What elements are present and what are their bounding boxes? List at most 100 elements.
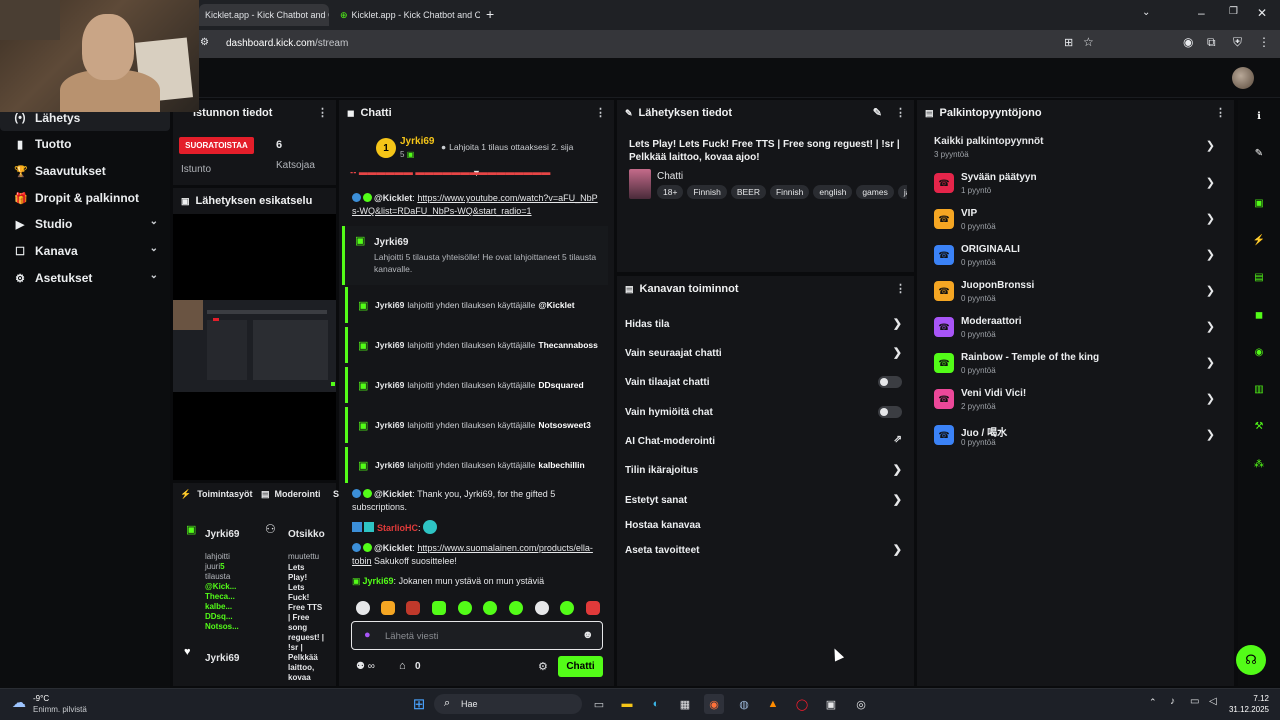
profile-icon[interactable]: ◉	[1183, 35, 1193, 49]
points-icon[interactable]: ⚉ ∞	[356, 661, 375, 672]
document-icon[interactable]: ▤	[1248, 266, 1270, 288]
chat-username[interactable]: @Kicklet	[374, 543, 412, 553]
support-button[interactable]: ☊	[1236, 645, 1266, 675]
kebab-menu-icon[interactable]: ⋮	[595, 106, 606, 119]
gift-user[interactable]: Jyrki69	[375, 460, 404, 470]
edit-icon[interactable]: ✎	[873, 106, 882, 119]
task-view-icon[interactable]: ▭	[589, 694, 609, 714]
store-icon[interactable]: ▦	[675, 694, 695, 714]
close-window-icon[interactable]: ✕	[1257, 6, 1267, 20]
stream-icon[interactable]: ▣	[1248, 192, 1270, 214]
tab-moderation[interactable]: ▤ Moderointi	[261, 489, 321, 500]
sidebar-item-kanava[interactable]: ☐ Kanava ⌄	[0, 238, 170, 264]
shield-icon[interactable]: ⛨	[1233, 35, 1242, 50]
maximize-icon[interactable]: ❐	[1229, 6, 1238, 17]
reward-row[interactable]: ☎ Syvään päätyyn 1 pyyntö ❯	[934, 168, 1219, 204]
emote-icon[interactable]	[483, 601, 497, 615]
action-slow-mode[interactable]: Hidas tila ❯	[625, 310, 910, 338]
sidebar-item-tuotto[interactable]: ▮ Tuotto	[0, 131, 170, 157]
new-tab-button[interactable]: +	[486, 6, 494, 22]
vlc-icon[interactable]: ▲	[763, 694, 783, 714]
subscribers-only-toggle[interactable]	[878, 376, 902, 388]
emote-icon[interactable]	[509, 601, 523, 615]
taskbar-search[interactable]: ⌕ Hae	[434, 694, 582, 714]
tag-chip[interactable]: 18+	[657, 185, 684, 199]
emote-icon[interactable]	[432, 601, 446, 615]
chat-icon[interactable]: ◼	[1248, 304, 1270, 326]
bookmark-star-icon[interactable]: ☆	[1083, 35, 1094, 49]
gift-user[interactable]: Jyrki69	[375, 300, 404, 310]
layout-icon[interactable]: ▥	[1248, 378, 1270, 400]
obs-icon[interactable]: ◎	[851, 694, 871, 714]
opera-icon[interactable]: ◯	[792, 694, 812, 714]
tab-activity[interactable]: ⚡ Toimintasyöt	[180, 489, 253, 500]
sidebar-item-asetukset[interactable]: ⚙ Asetukset ⌄	[0, 265, 170, 291]
category-name[interactable]: Chatti	[657, 171, 683, 182]
reward-row[interactable]: ☎ ORIGINAALI 0 pyyntöä ❯	[934, 240, 1219, 276]
chat-username[interactable]: StarlioHC	[377, 523, 418, 533]
emote-icon[interactable]	[458, 601, 472, 615]
chat-input[interactable]: ● Lähetä viesti ☻	[351, 621, 603, 650]
emote-icon[interactable]	[535, 601, 549, 615]
reward-row[interactable]: ☎ Rainbow - Temple of the king 0 pyyntöä ❯	[934, 348, 1219, 384]
tag-chip[interactable]: Finnish	[769, 185, 810, 199]
kebab-menu-icon[interactable]: ⋮	[895, 282, 906, 295]
browser-tab-1[interactable]: Kicklet.app - Kick Chatbot and C ✕	[199, 4, 329, 26]
chat-username[interactable]: Jyrki69	[363, 576, 394, 586]
clock-date[interactable]: 31.12.2025	[1227, 705, 1269, 714]
tab-list-chevron-icon[interactable]: ⌄	[1142, 7, 1150, 18]
tag-chip[interactable]: english	[813, 185, 853, 199]
gift-target[interactable]: Thecannaboss	[538, 340, 598, 350]
sidebar-item-studio[interactable]: ▶ Studio ⌄	[0, 211, 170, 237]
microphone-icon[interactable]: ●	[364, 629, 371, 641]
gift-user[interactable]: Jyrki69	[375, 420, 404, 430]
emote-icon[interactable]	[381, 601, 395, 615]
url-field[interactable]: dashboard.kick.com/stream	[226, 38, 348, 49]
mic-tray-icon[interactable]: ♪	[1170, 696, 1175, 707]
browser-menu-icon[interactable]: ⋮	[1258, 35, 1270, 49]
gift-target[interactable]: @Kicklet	[538, 300, 574, 310]
info-icon[interactable]: ℹ	[1248, 105, 1270, 127]
action-ai-moderation[interactable]: AI Chat-moderointi ⇗	[625, 427, 910, 455]
volume-tray-icon[interactable]: ◁	[1209, 696, 1217, 707]
lightning-icon[interactable]: ⚡	[1248, 229, 1270, 251]
kebab-menu-icon[interactable]: ⋮	[1215, 106, 1226, 119]
emote-icon[interactable]	[586, 601, 600, 615]
tag-chip[interactable]: ja	[897, 185, 907, 199]
tag-chip[interactable]: games	[856, 185, 894, 199]
chat-username[interactable]: @Kicklet	[374, 193, 412, 203]
edge-icon[interactable]: ◐	[646, 694, 666, 714]
broadcast-icon[interactable]: ◉	[1248, 341, 1270, 363]
sidebar-item-saavutukset[interactable]: 🏆 Saavutukset	[0, 158, 170, 184]
action-host-channel[interactable]: Hostaa kanavaa	[625, 511, 910, 539]
reward-row[interactable]: ☎ Juo / 喝水 0 pyyntöä ❯	[934, 420, 1219, 456]
kebab-menu-icon[interactable]: ⋮	[895, 106, 906, 119]
site-settings-icon[interactable]: ⚙	[200, 37, 209, 48]
steam-icon[interactable]: ◍	[734, 694, 754, 714]
emoji-picker-icon[interactable]: ☻	[582, 629, 594, 641]
emote-icon[interactable]	[560, 601, 574, 615]
gift-sub-icon[interactable]: ⌂	[399, 660, 406, 672]
reward-row[interactable]: ☎ JuoponBronssi 0 pyyntöä ❯	[934, 276, 1219, 312]
gift-target[interactable]: Notsosweet3	[538, 420, 590, 430]
file-explorer-icon[interactable]: ▬	[617, 694, 637, 714]
gift-user[interactable]: Jyrki69	[375, 340, 404, 350]
tray-chevron-icon[interactable]: ⌃	[1149, 697, 1157, 708]
gift-target[interactable]: DDsquared	[538, 380, 583, 390]
send-chat-button[interactable]: Chatti	[558, 656, 603, 677]
reward-row[interactable]: ☎ VIP 0 pyyntöä ❯	[934, 204, 1219, 240]
all-rewards-row[interactable]: Kaikki palkintopyynnöt 3 pyyntöä ❯	[934, 136, 1219, 164]
avatar[interactable]	[1232, 67, 1254, 89]
action-set-goals[interactable]: Aseta tavoitteet ❯	[625, 536, 910, 564]
pencil-icon[interactable]: ✎	[1248, 142, 1270, 164]
emote-icon[interactable]	[406, 601, 420, 615]
reward-row[interactable]: ☎ Moderaattori 0 pyyntöä ❯	[934, 312, 1219, 348]
browser-tab-2[interactable]: ⊕ Kicklet.app - Kick Chatbot and C ✕	[334, 4, 480, 26]
reward-row[interactable]: ☎ Veni Vidi Vici! 2 pyyntöä ❯	[934, 384, 1219, 420]
action-age-restriction[interactable]: Tilin ikärajoitus ❯	[625, 456, 910, 484]
extensions-icon[interactable]: ⧉	[1207, 35, 1216, 50]
emote-icon[interactable]	[356, 601, 370, 615]
chat-settings-icon[interactable]: ⚙	[538, 660, 548, 673]
tag-chip[interactable]: BEER	[730, 185, 766, 199]
gift-user[interactable]: Jyrki69	[375, 380, 404, 390]
